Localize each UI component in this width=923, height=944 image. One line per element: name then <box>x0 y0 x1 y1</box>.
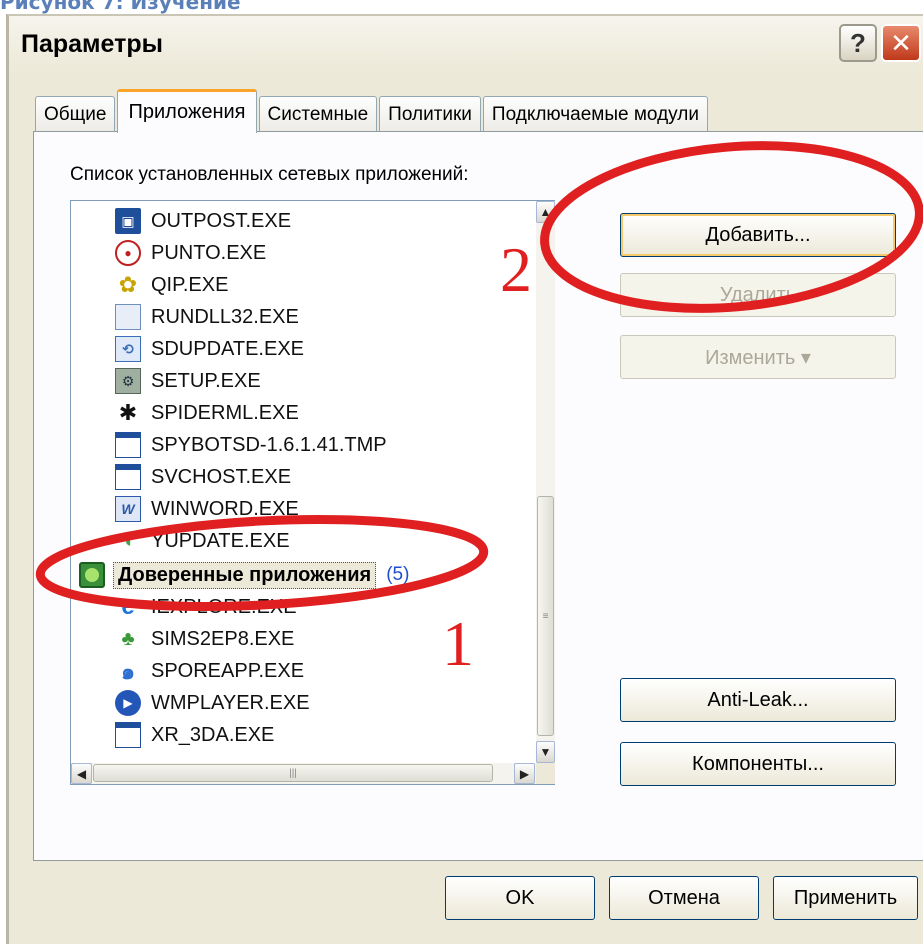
cancel-button[interactable]: Отмена <box>609 876 759 920</box>
wmplayer-icon: ▶ <box>115 690 141 716</box>
applications-list[interactable]: ▣ OUTPOST.EXE ● PUNTO.EXE ✿ QIP.EXE RUND… <box>70 200 555 785</box>
tab-applications[interactable]: Приложения <box>117 89 257 133</box>
vertical-scroll-thumb[interactable]: ≡ <box>537 496 554 736</box>
trusted-group-icon <box>79 562 105 588</box>
ok-button[interactable]: OK <box>445 876 595 920</box>
vertical-scrollbar[interactable]: ▲ ≡ ▼ <box>536 201 555 763</box>
window-title: Параметры <box>21 30 163 58</box>
list-item-label: RUNDLL32.EXE <box>151 305 299 328</box>
list-item-label: YUPDATE.EXE <box>151 529 290 552</box>
window-icon <box>115 722 141 748</box>
list-item[interactable]: ◖ YUPDATE.EXE <box>115 525 290 557</box>
close-button[interactable]: ✕ <box>881 24 921 62</box>
components-button[interactable]: Компоненты... <box>620 742 896 786</box>
edit-button[interactable]: Изменить ▾ <box>620 335 896 379</box>
help-icon: ? <box>850 27 866 58</box>
list-item-label: SPYBOTSD-1.6.1.41.TMP <box>151 433 387 456</box>
scroll-left-button[interactable]: ◀ <box>71 763 92 784</box>
list-item[interactable]: ▣ OUTPOST.EXE <box>115 205 291 237</box>
list-item[interactable]: XR_3DA.EXE <box>115 719 274 751</box>
options-dialog: Параметры ? ✕ Общие Приложения Системные… <box>6 14 923 944</box>
grip-icon: ≡ <box>542 610 549 622</box>
window-icon <box>115 432 141 458</box>
sdupdate-icon: ⟲ <box>115 336 141 362</box>
anti-leak-button[interactable]: Anti-Leak... <box>620 678 896 722</box>
horizontal-scrollbar[interactable]: ◀ ||| ▶ <box>71 763 536 784</box>
list-item[interactable]: ✿ QIP.EXE <box>115 269 229 301</box>
setup-icon: ⚙ <box>115 368 141 394</box>
outpost-icon: ▣ <box>115 208 141 234</box>
list-item[interactable]: ⟲ SDUPDATE.EXE <box>115 333 304 365</box>
list-item-label: WINWORD.EXE <box>151 497 299 520</box>
list-item-label: SETUP.EXE <box>151 369 261 392</box>
list-item-label: WMPLAYER.EXE <box>151 691 310 714</box>
list-item[interactable]: W WINWORD.EXE <box>115 493 299 525</box>
list-item[interactable]: ⚙ SETUP.EXE <box>115 365 261 397</box>
tab-strip: Общие Приложения Системные Политики Подк… <box>35 86 710 133</box>
sims-icon: ♣ <box>121 627 135 650</box>
title-bar: Параметры ? ✕ <box>9 16 923 74</box>
qip-icon: ✿ <box>118 272 138 297</box>
list-item[interactable]: SVCHOST.EXE <box>115 461 291 493</box>
apply-button[interactable]: Применить <box>773 876 918 920</box>
trusted-apps-group[interactable]: Доверенные приложения (5) <box>79 559 409 591</box>
list-item-label: IEXPLORE.EXE <box>151 595 297 618</box>
close-icon: ✕ <box>890 27 912 58</box>
chevron-left-icon: ◀ <box>76 766 87 781</box>
list-item[interactable]: ♣ SIMS2EP8.EXE <box>115 623 294 655</box>
list-item-label: QIP.EXE <box>151 273 229 296</box>
scroll-down-button[interactable]: ▼ <box>536 741 555 763</box>
scroll-up-button[interactable]: ▲ <box>536 201 555 223</box>
list-caption: Список установленных сетевых приложений: <box>70 164 469 185</box>
window-icon <box>115 464 141 490</box>
list-item[interactable]: ๑ SPOREAPP.EXE <box>115 655 304 687</box>
group-label: Доверенные приложения <box>113 561 377 589</box>
word-icon: W <box>115 496 141 522</box>
chevron-up-icon: ▲ <box>539 205 552 219</box>
list-item-label: SVCHOST.EXE <box>151 465 292 488</box>
scroll-corner <box>536 763 555 784</box>
punto-icon: ● <box>115 240 141 266</box>
list-item[interactable]: SPYBOTSD-1.6.1.41.TMP <box>115 429 387 461</box>
list-item-label: SPOREAPP.EXE <box>151 659 305 682</box>
add-button[interactable]: Добавить... <box>620 213 896 257</box>
list-item[interactable]: RUNDLL32.EXE <box>115 301 299 333</box>
tab-policies[interactable]: Политики <box>379 96 481 132</box>
list-item[interactable]: ▶ WMPLAYER.EXE <box>115 687 310 719</box>
tab-general[interactable]: Общие <box>35 96 116 132</box>
scroll-right-button[interactable]: ▶ <box>514 763 535 784</box>
spider-icon: ✱ <box>118 400 138 425</box>
list-item[interactable]: e IEXPLORE.EXE <box>115 591 297 623</box>
group-count: (5) <box>386 564 410 585</box>
list-item-label: OUTPOST.EXE <box>151 209 292 232</box>
figure-caption: Рисунок 7: Изучение <box>0 0 241 14</box>
list-item-label: SIMS2EP8.EXE <box>151 627 295 650</box>
chevron-right-icon: ▶ <box>519 766 530 781</box>
list-item-label: PUNTO.EXE <box>151 241 267 264</box>
spore-icon: ๑ <box>121 658 135 684</box>
annotation-number-2: 2 <box>500 234 532 305</box>
help-button[interactable]: ? <box>839 24 877 62</box>
list-item-label: SPIDERML.EXE <box>151 401 299 424</box>
chevron-down-icon: ▼ <box>539 745 552 759</box>
list-item[interactable]: ✱ SPIDERML.EXE <box>115 397 299 429</box>
tab-system[interactable]: Системные <box>258 96 378 132</box>
ie-icon: e <box>121 593 135 620</box>
applications-panel: Список установленных сетевых приложений:… <box>33 131 923 861</box>
horizontal-scroll-thumb[interactable]: ||| <box>93 764 493 782</box>
grip-icon: ||| <box>289 767 297 779</box>
list-item-label: XR_3DA.EXE <box>151 723 275 746</box>
list-item-label: SDUPDATE.EXE <box>151 337 304 360</box>
remove-button[interactable]: Удалить <box>620 273 896 317</box>
file-icon <box>115 304 141 330</box>
yupdate-icon: ◖ <box>121 529 135 552</box>
list-item[interactable]: ● PUNTO.EXE <box>115 237 266 269</box>
tab-plugins[interactable]: Подключаемые модули <box>482 96 708 132</box>
annotation-number-1: 1 <box>442 608 474 679</box>
